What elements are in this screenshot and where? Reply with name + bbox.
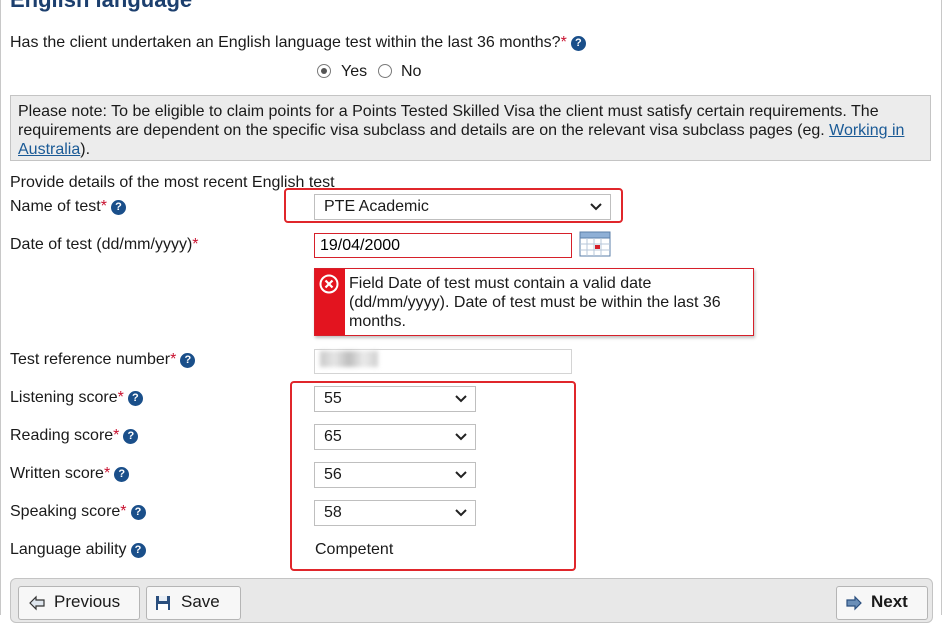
required-marker: * xyxy=(117,389,124,406)
note-suffix: ). xyxy=(80,141,91,158)
written-label-text: Written score xyxy=(10,465,104,482)
required-marker: * xyxy=(103,465,111,482)
help-icon[interactable]: ? xyxy=(180,353,196,368)
calendar-icon[interactable] xyxy=(579,230,611,257)
save-label: Save xyxy=(181,592,220,611)
error-icon xyxy=(319,274,339,294)
required-marker: * xyxy=(120,503,127,520)
no-label: No xyxy=(401,63,422,80)
speaking-label: Speaking score*? xyxy=(10,503,146,521)
test-date-label-text: Date of test (dd/mm/yyyy) xyxy=(10,236,193,253)
frame-border-left xyxy=(0,0,1,615)
section-title: English language xyxy=(10,0,192,13)
language-ability-label-text: Language ability xyxy=(10,541,127,558)
error-strip xyxy=(315,269,345,335)
highlight-test-name xyxy=(284,188,623,223)
required-marker: * xyxy=(113,427,120,444)
arrow-right-icon xyxy=(846,595,862,611)
listening-label-text: Listening score xyxy=(10,389,118,406)
floppy-disk-icon xyxy=(156,596,170,610)
help-icon[interactable]: ? xyxy=(127,391,143,406)
error-message: Field Date of test must contain a valid … xyxy=(349,275,721,330)
test-question: Has the client undertaken an English lan… xyxy=(10,34,586,52)
help-icon[interactable]: ? xyxy=(130,505,146,520)
yes-radio[interactable] xyxy=(317,64,331,78)
reading-label-text: Reading score xyxy=(10,427,114,444)
redacted-reference xyxy=(320,351,378,367)
test-reference-label-text: Test reference number xyxy=(10,351,171,368)
required-marker: * xyxy=(170,351,177,368)
yes-label: Yes xyxy=(341,63,368,80)
frame-border-right xyxy=(941,0,942,615)
help-icon[interactable]: ? xyxy=(110,200,126,215)
previous-label: Previous xyxy=(54,592,121,611)
test-name-label-text: Name of test xyxy=(10,198,101,215)
required-marker: * xyxy=(192,236,199,253)
help-icon[interactable]: ? xyxy=(570,36,586,51)
next-label: Next xyxy=(871,592,908,611)
date-error-tooltip: Field Date of test must contain a valid … xyxy=(314,268,754,336)
test-question-text: Has the client undertaken an English lan… xyxy=(10,34,561,51)
listening-label: Listening score*? xyxy=(10,389,143,407)
test-date-label: Date of test (dd/mm/yyyy)* xyxy=(10,236,199,254)
required-marker: * xyxy=(560,34,567,51)
note-text: Please note: To be eligible to claim poi… xyxy=(18,103,879,139)
required-marker: * xyxy=(100,198,107,215)
test-name-label: Name of test*? xyxy=(10,198,126,216)
written-label: Written score*? xyxy=(10,465,130,483)
eligibility-note: Please note: To be eligible to claim poi… xyxy=(10,95,931,161)
help-icon[interactable]: ? xyxy=(123,429,139,444)
reading-label: Reading score*? xyxy=(10,427,139,445)
highlight-scores xyxy=(290,381,576,571)
language-ability-label: Language ability? xyxy=(10,541,146,559)
test-date-input[interactable] xyxy=(314,233,572,258)
speaking-label-text: Speaking score xyxy=(10,503,121,520)
arrow-left-icon xyxy=(29,595,45,611)
test-reference-label: Test reference number*? xyxy=(10,351,196,369)
no-radio[interactable] xyxy=(378,64,392,78)
help-icon[interactable]: ? xyxy=(114,467,130,482)
help-icon[interactable]: ? xyxy=(130,543,146,558)
